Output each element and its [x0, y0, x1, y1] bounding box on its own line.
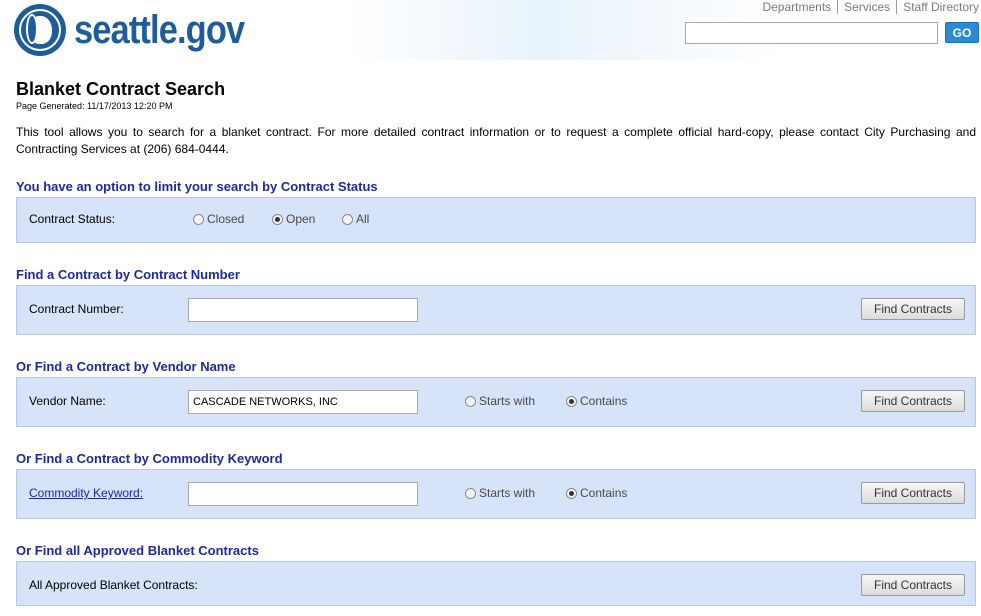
vendor-radio-starts-with[interactable]: Starts with	[465, 394, 535, 408]
commodity-keyword-input[interactable]	[188, 482, 418, 506]
all-approved-label: All Approved Blanket Contracts:	[29, 578, 198, 592]
commodity-radio-starts-with[interactable]: Starts with	[465, 486, 535, 500]
intro-text: This tool allows you to search for a bla…	[16, 125, 976, 156]
radio-selected-icon	[566, 487, 577, 499]
contract-number-input[interactable]	[188, 298, 418, 322]
all-section-title: Or Find all Approved Blanket Contracts	[16, 543, 259, 558]
number-section-title: Find a Contract by Contract Number	[16, 267, 240, 282]
top-nav-links: Departments Services Staff Directory	[756, 0, 979, 14]
vendor-section-title: Or Find a Contract by Vendor Name	[16, 359, 236, 374]
radio-icon	[193, 213, 204, 225]
page-title: Blanket Contract Search	[16, 79, 226, 99]
find-contracts-by-vendor-button[interactable]: Find Contracts	[861, 390, 965, 412]
site-search-go-button[interactable]: GO	[945, 22, 979, 43]
site-logo[interactable]: seattle.gov	[14, 4, 272, 56]
nav-link-departments[interactable]: Departments	[756, 0, 839, 14]
page-generated-timestamp: Page Generated: 11/17/2013 12:20 PM	[16, 101, 173, 111]
number-panel: Contract Number: Find Contracts	[16, 285, 976, 335]
vendor-panel: Vendor Name: CASCADE NETWORKS, INC Start…	[16, 377, 976, 427]
find-contracts-by-commodity-button[interactable]: Find Contracts	[861, 482, 965, 504]
radio-selected-icon	[566, 395, 577, 407]
vendor-radio-contains[interactable]: Contains	[566, 394, 627, 408]
radio-icon	[342, 213, 353, 225]
city-seal-icon	[14, 4, 66, 56]
radio-selected-icon	[272, 213, 283, 225]
status-radio-open[interactable]: Open	[272, 212, 315, 226]
find-contracts-by-number-button[interactable]: Find Contracts	[861, 298, 965, 320]
logo-text: seattle.gov	[74, 8, 245, 52]
contract-status-label: Contract Status:	[29, 212, 116, 226]
radio-icon	[465, 487, 476, 499]
all-approved-panel: All Approved Blanket Contracts: Find Con…	[16, 561, 976, 606]
nav-link-services[interactable]: Services	[838, 0, 898, 14]
commodity-panel: Commodity Keyword: Starts with Contains …	[16, 469, 976, 519]
status-section-title: You have an option to limit your search …	[16, 179, 378, 194]
contract-number-label: Contract Number:	[29, 302, 124, 316]
radio-icon	[465, 395, 476, 407]
nav-link-staff-directory[interactable]: Staff Directory	[897, 0, 979, 14]
find-all-contracts-button[interactable]: Find Contracts	[861, 574, 965, 596]
status-radio-all[interactable]: All	[342, 212, 369, 226]
commodity-section-title: Or Find a Contract by Commodity Keyword	[16, 451, 283, 466]
vendor-name-input[interactable]: CASCADE NETWORKS, INC	[188, 390, 418, 414]
vendor-name-label: Vendor Name:	[29, 394, 106, 408]
commodity-radio-contains[interactable]: Contains	[566, 486, 627, 500]
site-search-input[interactable]	[685, 22, 938, 44]
commodity-keyword-link[interactable]: Commodity Keyword:	[29, 486, 143, 500]
status-panel: Contract Status: Closed Open All	[16, 197, 976, 243]
status-radio-closed[interactable]: Closed	[193, 212, 244, 226]
